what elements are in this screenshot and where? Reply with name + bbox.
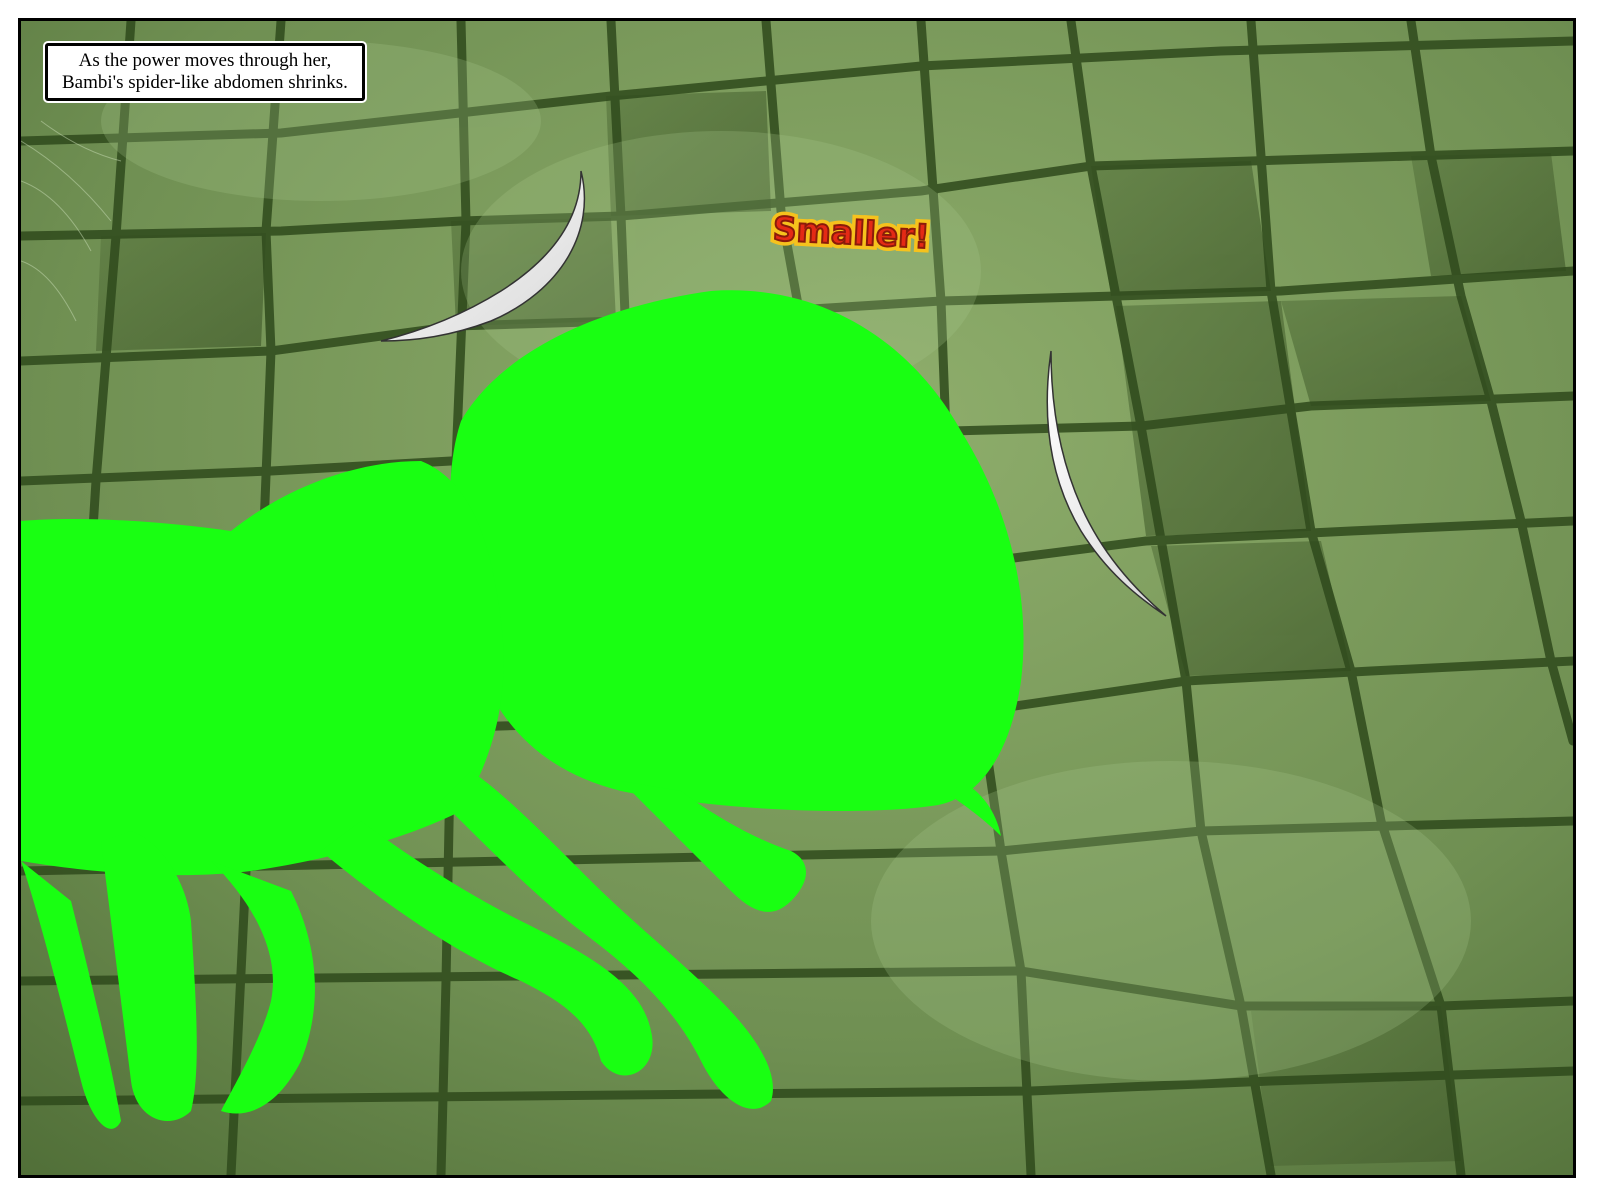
- caption-line-2: Bambi's spider-like abdomen shrinks.: [62, 72, 348, 93]
- caption-line-1: As the power moves through her,: [78, 50, 332, 71]
- sound-effect-text: Smaller! Smaller!: [767, 205, 935, 261]
- comic-panel: As the power moves through her, Bambi's …: [18, 18, 1576, 1178]
- sound-effect-fill: Smaller!: [771, 208, 932, 257]
- caption-box: As the power moves through her, Bambi's …: [45, 43, 365, 101]
- panel-artwork: [21, 21, 1573, 1175]
- comic-page: As the power moves through her, Bambi's …: [0, 0, 1600, 1200]
